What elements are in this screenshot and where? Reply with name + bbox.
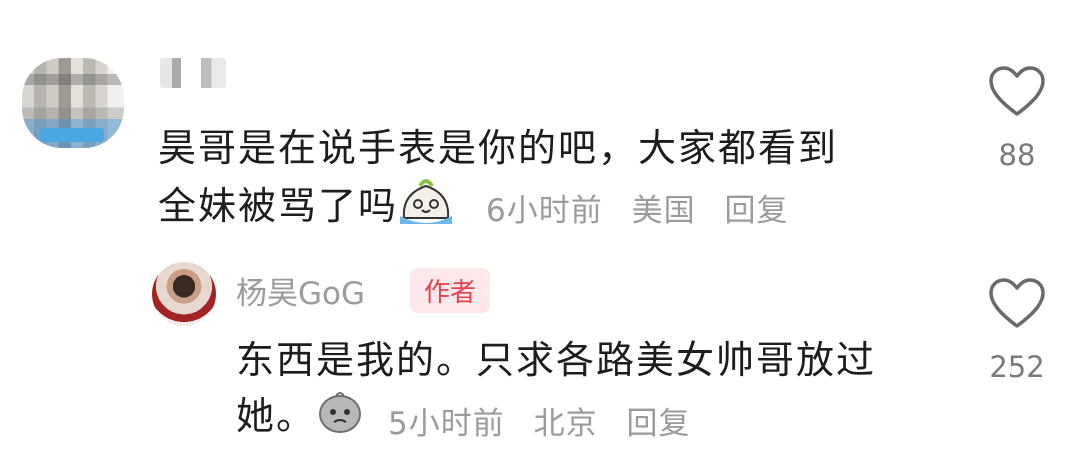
reply-location: 北京: [533, 406, 598, 442]
like-count: 88: [998, 138, 1036, 172]
like-count: 252: [989, 350, 1045, 384]
reply-button[interactable]: 回复: [724, 193, 788, 229]
heart-icon[interactable]: [988, 278, 1046, 330]
reply-meta: 5小时前 北京 回复: [388, 398, 708, 443]
username-blurred[interactable]: [160, 58, 226, 88]
reply-text-line-2-text: 她。: [236, 394, 317, 438]
comment-text-line-1: 昊哥是在说手表是你的吧，大家都看到: [158, 126, 839, 170]
comment-text-line-2-text: 全妹被骂了吗: [158, 184, 399, 228]
comment-time: 6小时前: [486, 193, 603, 229]
sad-face-emoji: [316, 388, 364, 449]
avatar[interactable]: [22, 58, 124, 148]
crying-face-emoji: [398, 176, 454, 241]
comment-meta: 6小时前 美国 回复: [486, 185, 806, 230]
author-badge: 作者: [410, 268, 491, 313]
reply-text-line-2: 她。: [236, 388, 364, 449]
reply-button[interactable]: 回复: [626, 406, 690, 442]
reply-text-line-1: 东西是我的。只求各路美女帅哥放过: [236, 338, 877, 382]
reply-time: 5小时前: [388, 406, 505, 442]
heart-icon[interactable]: [988, 66, 1046, 118]
comment-location: 美国: [631, 193, 696, 229]
like-group: 252: [972, 278, 1062, 384]
avatar[interactable]: [152, 262, 216, 326]
comment-text-line-2: 全妹被骂了吗: [158, 176, 454, 241]
author-name[interactable]: 杨昊GoG: [236, 268, 365, 313]
like-group: 88: [972, 66, 1062, 172]
